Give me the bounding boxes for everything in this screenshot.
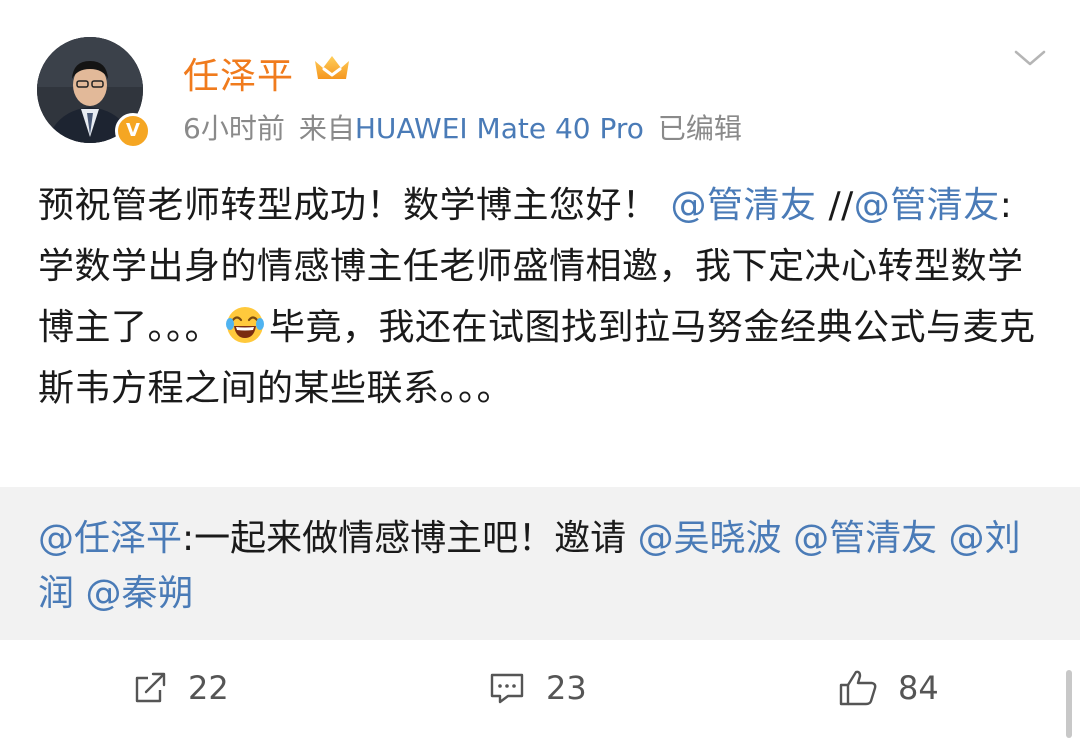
laugh-emoji-icon	[226, 307, 265, 343]
repost-body: :一起来做情感博主吧！邀请	[182, 518, 627, 559]
chevron-down-icon[interactable]	[1012, 44, 1048, 72]
verified-badge-icon: V	[115, 113, 151, 149]
share-count: 22	[188, 669, 229, 707]
post-time: 6小时前	[183, 112, 285, 145]
repost-separator: //	[828, 185, 854, 226]
mention-link[interactable]: @秦朔	[85, 573, 193, 614]
share-button[interactable]: 22	[132, 666, 229, 710]
author-name[interactable]: 任泽平	[183, 47, 294, 99]
mention-link[interactable]: @管清友	[854, 185, 1000, 226]
share-icon	[135, 672, 166, 703]
post-meta: 6小时前 来自HUAWEI Mate 40 Pro 已编辑	[183, 107, 756, 147]
mention-link[interactable]: @任泽平	[38, 518, 182, 559]
mention-link[interactable]: @管清友	[670, 185, 816, 226]
scrollbar[interactable]	[1066, 670, 1072, 738]
like-count: 84	[898, 669, 939, 707]
source-prefix: 来自	[298, 112, 355, 145]
edited-label[interactable]: 已编辑	[658, 112, 742, 145]
mention-link[interactable]: @吴晓波	[638, 518, 782, 559]
repost-box[interactable]: @任泽平:一起来做情感博主吧！邀请 @吴晓波 @管清友 @刘润 @秦朔	[0, 487, 1080, 640]
like-icon	[839, 670, 877, 706]
crown-icon	[315, 56, 349, 79]
post-body: 预祝管老师转型成功！数学博主您好！ @管清友 //@管清友:学数学出身的情感博主…	[38, 175, 1048, 419]
repost-text: @任泽平:一起来做情感博主吧！邀请 @吴晓波 @管清友 @刘润 @秦朔	[38, 511, 1048, 621]
comment-button[interactable]: 23	[488, 666, 587, 710]
action-bar: 22 23 84	[0, 640, 1080, 738]
mention-link[interactable]: @管清友	[793, 518, 937, 559]
post-header: V 任泽平 6小时前 来自HUAWEI Mate 40 Pro 已编辑	[0, 0, 1080, 160]
body-text: 预祝管老师转型成功！数学博主您好！	[38, 185, 659, 226]
like-button[interactable]: 84	[838, 666, 939, 710]
comment-icon	[490, 673, 524, 704]
avatar[interactable]: V	[37, 37, 151, 149]
comment-count: 23	[546, 669, 587, 707]
device-source[interactable]: HUAWEI Mate 40 Pro	[355, 112, 644, 145]
